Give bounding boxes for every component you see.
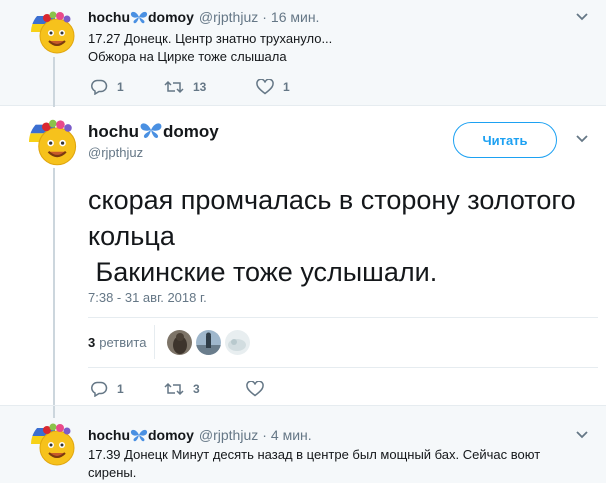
retweeter-avatar[interactable]	[167, 329, 193, 355]
divider	[0, 105, 606, 106]
follow-button[interactable]: Читать	[453, 122, 557, 158]
tweet-text: скорая промчалась в сторону золотого кол…	[88, 185, 576, 287]
thread-line	[53, 160, 55, 406]
avatar[interactable]	[31, 8, 79, 56]
thread-line	[53, 57, 55, 107]
reply-icon	[91, 381, 108, 397]
retweeter-avatar[interactable]	[196, 329, 222, 355]
retweets-count[interactable]: 3	[88, 335, 95, 350]
butterfly-icon	[140, 123, 162, 138]
reply-count: 1	[117, 80, 124, 94]
display-name[interactable]: hochu domoy	[88, 427, 194, 443]
reply-button[interactable]: 1	[90, 79, 164, 95]
tweet-text-line: 17.27 Донецк. Центр знатно трухануло...	[88, 31, 333, 46]
retweet-stats: 3 ретвита	[88, 325, 254, 359]
reply-icon	[91, 79, 108, 95]
avatar[interactable]	[31, 420, 79, 468]
display-name[interactable]: hochu domoy	[88, 9, 194, 25]
tweet-actions: 1 3	[90, 381, 264, 397]
retweet-count: 3	[193, 382, 200, 396]
tweet-text-line: Обжора на Цирке тоже слышала	[88, 49, 287, 64]
divider	[154, 325, 156, 359]
tweet-text-line: сирены.	[88, 465, 137, 480]
chevron-down-icon[interactable]	[575, 134, 589, 144]
tweet-time[interactable]: 4 мин.	[271, 427, 312, 443]
thread-line	[53, 406, 55, 418]
divider	[88, 317, 598, 318]
tweet-date[interactable]: 7:38 - 31 авг. 2018 г.	[88, 290, 207, 305]
retweeter-avatar[interactable]	[225, 329, 251, 355]
retweet-icon	[164, 382, 184, 396]
retweet-button[interactable]: 3	[164, 381, 246, 397]
tweet-text-line: 17.39 Донецк Минут десять назад в центре…	[88, 447, 541, 462]
like-button[interactable]: 1	[256, 79, 290, 95]
reply-button[interactable]: 1	[90, 381, 164, 397]
separator-dot: ·	[262, 9, 267, 25]
like-button[interactable]	[246, 381, 264, 397]
handle[interactable]: @rjpthjuz	[199, 9, 258, 25]
chevron-down-icon[interactable]	[575, 430, 589, 440]
retweet-button[interactable]: 13	[164, 79, 256, 95]
retweets-label[interactable]: ретвита	[99, 335, 146, 350]
retweet-count: 13	[193, 80, 207, 94]
reply-count: 1	[117, 382, 124, 396]
tweet-text: 17.39 Донецк Минут десять назад в центре…	[88, 446, 598, 482]
handle[interactable]: @rjpthjuz	[88, 145, 143, 160]
handle[interactable]: @rjpthjuz	[199, 427, 258, 443]
divider	[88, 367, 598, 368]
like-count: 1	[283, 80, 290, 94]
retweet-icon	[164, 80, 184, 94]
chevron-down-icon[interactable]	[575, 12, 589, 22]
avatar[interactable]	[29, 116, 81, 168]
heart-icon	[246, 381, 264, 397]
display-name[interactable]: hochu domoy	[88, 121, 219, 142]
tweet-text: 17.27 Донецк. Центр знатно трухануло... …	[88, 30, 332, 66]
heart-icon	[256, 79, 274, 95]
tweet-header: hochu domoy @rjpthjuz · 4 мин.	[88, 427, 312, 443]
tweet-time[interactable]: 16 мин.	[271, 9, 320, 25]
separator-dot: ·	[262, 427, 267, 443]
butterfly-icon	[130, 429, 148, 442]
tweet-header: hochu domoy @rjpthjuz · 16 мин.	[88, 9, 319, 25]
tweet-actions: 1 13 1	[90, 79, 290, 95]
butterfly-icon	[130, 11, 148, 24]
